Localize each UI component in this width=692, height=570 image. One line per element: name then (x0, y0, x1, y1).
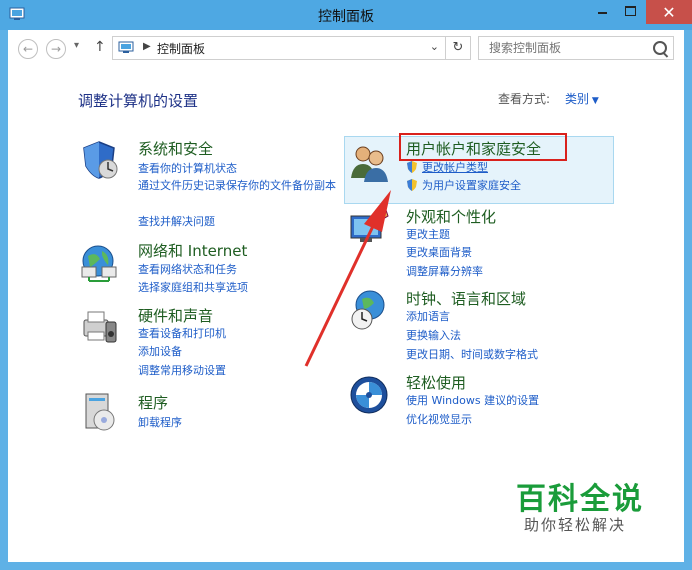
content-area: 调整计算机的设置 查看方式: 类别 系统和安全 查看你的计算机状态 通过文件历史… (8, 66, 684, 562)
search-input[interactable] (487, 40, 651, 56)
close-button[interactable]: ✕ (646, 0, 692, 24)
refresh-button[interactable]: ↻ (446, 36, 471, 60)
address-field[interactable]: ▶ 控制面板 ⌄ (112, 36, 446, 60)
link-change-input-method[interactable]: 更换输入法 (406, 327, 461, 343)
category-appearance[interactable]: 外观和个性化 (406, 206, 496, 227)
control-panel-icon (118, 41, 134, 53)
link-add-device[interactable]: 添加设备 (138, 343, 182, 359)
link-file-history-backup[interactable]: 通过文件历史记录保存你的文件备份副本 (138, 177, 342, 194)
category-system-security[interactable]: 系统和安全 (138, 138, 213, 159)
link-uninstall-program[interactable]: 卸载程序 (138, 414, 182, 430)
page-heading: 调整计算机的设置 (78, 92, 199, 110)
link-view-computer-status[interactable]: 查看你的计算机状态 (138, 160, 237, 176)
network-globe-icon[interactable] (78, 241, 120, 283)
close-icon: ✕ (662, 3, 676, 22)
link-troubleshoot[interactable]: 查找并解决问题 (138, 213, 215, 229)
link-recommended-settings[interactable]: 使用 Windows 建议的设置 (406, 392, 539, 408)
breadcrumb-chevron-icon[interactable]: ▶ (143, 41, 151, 52)
link-desktop-background[interactable]: 更改桌面背景 (406, 244, 472, 260)
users-icon[interactable] (348, 142, 390, 184)
link-homegroup-sharing[interactable]: 选择家庭组和共享选项 (138, 279, 248, 295)
forward-button[interactable]: → (46, 39, 66, 59)
watermark-logo-text: 百科全说 (516, 482, 644, 517)
search-icon[interactable] (653, 41, 667, 55)
link-change-account-type[interactable]: 更改帐户类型 (422, 159, 488, 175)
category-hardware-sound[interactable]: 硬件和声音 (138, 305, 213, 326)
address-breadcrumb[interactable]: 控制面板 (157, 40, 205, 57)
link-optimize-visual-display[interactable]: 优化视觉显示 (406, 411, 472, 427)
link-devices-printers[interactable]: 查看设备和打印机 (138, 325, 226, 341)
search-field[interactable] (478, 36, 674, 60)
printer-speaker-icon[interactable] (78, 306, 120, 348)
back-button[interactable]: ← (18, 39, 38, 59)
up-arrow-icon[interactable]: ↑ (94, 39, 106, 55)
category-network-internet[interactable]: 网络和 Internet (138, 240, 247, 261)
recent-locations-chevron-icon[interactable]: ▾ (74, 40, 79, 51)
window-title: 控制面板 (318, 9, 374, 25)
link-change-theme[interactable]: 更改主题 (406, 226, 450, 242)
address-dropdown-chevron-icon[interactable]: ⌄ (430, 40, 439, 53)
maximize-button[interactable] (617, 0, 643, 24)
category-clock-language-region[interactable]: 时钟、语言和区域 (406, 288, 526, 309)
control-panel-window: 控制面板 ✕ ← → ▾ ↑ ▶ 控制面板 ⌄ ↻ 调整计算机的设置 查看方式:… (0, 0, 692, 570)
link-date-time-format[interactable]: 更改日期、时间或数字格式 (406, 346, 538, 362)
minimize-button[interactable] (590, 0, 614, 24)
link-family-safety[interactable]: 为用户设置家庭安全 (422, 177, 521, 193)
link-mobility-settings[interactable]: 调整常用移动设置 (138, 362, 226, 378)
view-by-dropdown[interactable]: 类别 (565, 90, 599, 107)
appearance-icon[interactable] (348, 208, 390, 250)
globe-clock-icon[interactable] (348, 289, 390, 331)
navigation-bar: ← → ▾ ↑ ▶ 控制面板 ⌄ ↻ (8, 30, 684, 66)
view-by-label: 查看方式: (498, 92, 551, 106)
link-screen-resolution[interactable]: 调整屏幕分辨率 (406, 263, 483, 279)
ease-of-access-icon[interactable] (348, 374, 390, 416)
category-ease-of-access[interactable]: 轻松使用 (406, 372, 466, 393)
category-programs[interactable]: 程序 (138, 392, 168, 413)
uac-shield-icon (407, 161, 417, 173)
uac-shield-icon (407, 179, 417, 191)
link-add-language[interactable]: 添加语言 (406, 308, 450, 324)
watermark-subtitle: 助你轻松解决 (524, 516, 627, 534)
programs-icon[interactable] (80, 390, 122, 432)
title-bar: 控制面板 ✕ (0, 0, 692, 30)
annotation-red-box (399, 133, 567, 161)
shield-icon[interactable] (78, 138, 120, 180)
link-network-status[interactable]: 查看网络状态和任务 (138, 261, 237, 277)
